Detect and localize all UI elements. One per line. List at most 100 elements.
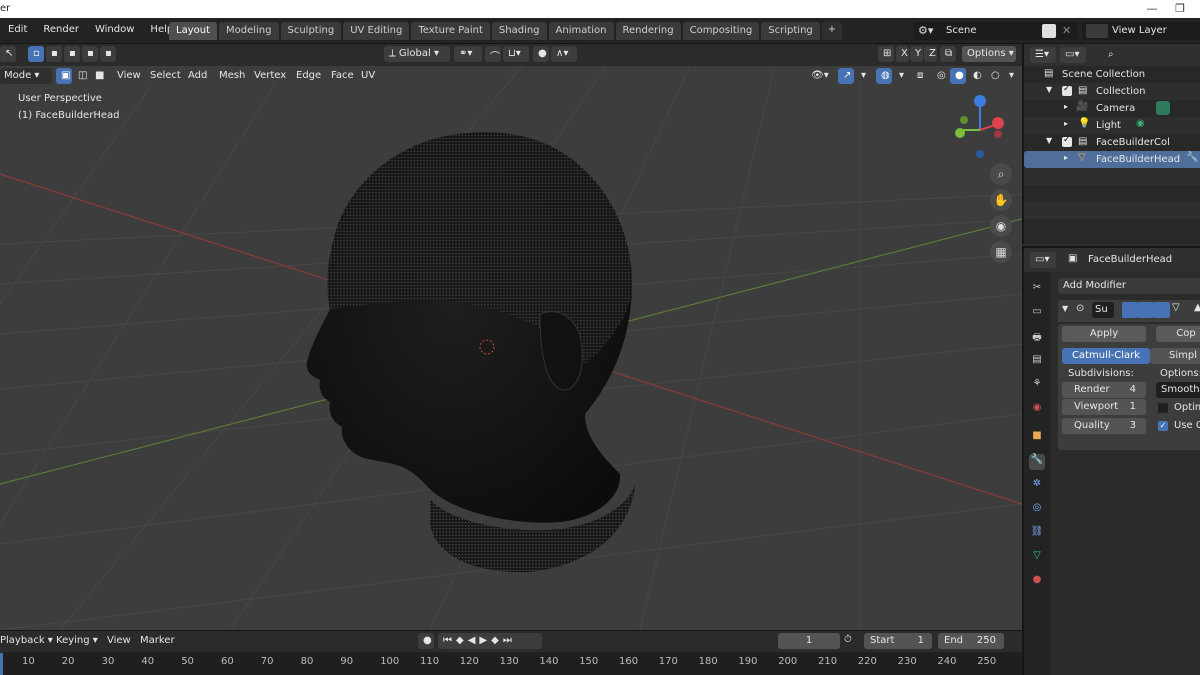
prev-keyframe-icon[interactable]: ◆: [456, 635, 468, 646]
jump-end-icon[interactable]: ⏭: [503, 635, 516, 646]
editmode-toggle-icon[interactable]: [1154, 302, 1170, 318]
editor-type-icon[interactable]: ▭▾: [1030, 252, 1056, 268]
close-icon[interactable]: ✕: [1062, 24, 1071, 37]
outliner-row-scene-collection[interactable]: ▤ Scene Collection: [1024, 66, 1200, 83]
overlays-icon[interactable]: ◍: [876, 68, 892, 84]
keying-menu[interactable]: Keying ▾: [56, 635, 98, 646]
navigation-gizmo[interactable]: [948, 94, 1012, 158]
tab-compositing[interactable]: Compositing: [682, 22, 760, 40]
marker-menu[interactable]: Marker: [140, 635, 175, 646]
viewport-toggle-icon[interactable]: [1138, 302, 1154, 318]
cage-icon[interactable]: ▽: [1172, 302, 1180, 313]
mesh-data-icon[interactable]: ▽: [1029, 550, 1045, 566]
modifier-name-input[interactable]: Su: [1092, 302, 1114, 318]
tab-texture-paint[interactable]: Texture Paint: [411, 22, 490, 40]
select-tool-icon[interactable]: ↖: [0, 46, 16, 62]
xray-icon[interactable]: ⧈: [912, 68, 928, 84]
tool-icon[interactable]: ✂: [1029, 282, 1045, 298]
select-invert-icon[interactable]: ▪: [82, 46, 98, 62]
outliner-row-collection[interactable]: ▼ ▤ Collection: [1024, 83, 1200, 100]
gizmo-dropdown-icon[interactable]: ▾: [856, 68, 870, 84]
mirror-icon[interactable]: ⊞: [878, 46, 894, 62]
wrench-icon[interactable]: 🔧: [1186, 152, 1198, 163]
select-extend-icon[interactable]: ▪: [46, 46, 62, 62]
menu-edge[interactable]: Edge: [291, 68, 327, 84]
head-mesh[interactable]: [306, 132, 635, 573]
mirror-y-button[interactable]: Y: [910, 46, 923, 62]
menu-face[interactable]: Face: [326, 68, 359, 84]
wireframe-shading-icon[interactable]: ◎: [932, 68, 948, 84]
tab-rendering[interactable]: Rendering: [615, 22, 681, 40]
world-icon[interactable]: ◉: [1029, 402, 1045, 418]
add-workspace-button[interactable]: +: [821, 22, 843, 40]
physics-icon[interactable]: ◎: [1029, 502, 1045, 518]
start-frame-field[interactable]: Start 1: [864, 633, 932, 649]
ortho-grid-icon[interactable]: ▦: [990, 241, 1012, 263]
checkbox-icon[interactable]: [1062, 84, 1072, 96]
record-icon[interactable]: ●: [418, 633, 434, 649]
solid-shading-icon[interactable]: ●: [950, 68, 966, 84]
tab-uv-editing[interactable]: UV Editing: [343, 22, 410, 40]
particles-icon[interactable]: ✲: [1029, 478, 1045, 494]
checkbox-icon[interactable]: [1062, 135, 1072, 147]
3d-viewport[interactable]: User Perspective (1) FaceBuilderHead ⌕ ✋…: [0, 44, 1022, 630]
material-icon[interactable]: ●: [1029, 574, 1045, 590]
uv-smooth-dropdown[interactable]: Smooth, k: [1156, 382, 1200, 398]
menu-edit[interactable]: Edit: [0, 24, 35, 35]
snap-toggle-icon[interactable]: ⌒: [485, 46, 501, 63]
timeline-ruler[interactable]: 10 20 30 40 50 60 70 80 90 100 110 120 130 140 150 160 1…: [0, 653, 1022, 675]
object-icon[interactable]: ■: [1029, 430, 1045, 446]
camera-view-icon[interactable]: ◉: [990, 215, 1012, 237]
expand-arrow-icon[interactable]: ▼: [1046, 136, 1052, 145]
expand-arrow-icon[interactable]: ▸: [1064, 119, 1068, 128]
playback-menu[interactable]: Playback ▾: [0, 635, 53, 646]
maximize-icon[interactable]: ❐: [1166, 2, 1194, 15]
menu-mesh[interactable]: Mesh: [214, 68, 251, 84]
outliner-row-facebuildercol[interactable]: ▼ ▤ FaceBuilderCol: [1024, 134, 1200, 151]
orientation-dropdown[interactable]: ⟂ Global ▾: [384, 46, 450, 62]
play-reverse-icon[interactable]: ◀: [468, 635, 480, 646]
material-shading-icon[interactable]: ◐: [968, 68, 984, 84]
menu-uv[interactable]: UV: [356, 68, 381, 84]
edge-select-icon[interactable]: ◫: [73, 68, 89, 84]
menu-view[interactable]: View: [112, 68, 146, 84]
new-scene-icon[interactable]: [1042, 24, 1056, 38]
vertex-select-icon[interactable]: ▣: [56, 68, 72, 84]
modifier-wrench-icon[interactable]: 🔧: [1029, 454, 1045, 470]
menu-add[interactable]: Add: [183, 68, 213, 84]
jump-start-icon[interactable]: ⏮: [443, 635, 456, 646]
add-modifier-dropdown[interactable]: Add Modifier: [1058, 278, 1200, 294]
menu-vertex[interactable]: Vertex: [249, 68, 292, 84]
outliner-search-input[interactable]: ⌕: [1104, 47, 1200, 63]
tab-sculpting[interactable]: Sculpting: [280, 22, 342, 40]
select-subtract-icon[interactable]: ▪: [64, 46, 80, 62]
menu-window[interactable]: Window: [87, 24, 142, 35]
render-toggle-icon[interactable]: [1122, 302, 1138, 318]
mirror-z-button[interactable]: Z: [924, 46, 937, 62]
end-frame-field[interactable]: End 250: [938, 633, 1004, 649]
tab-animation[interactable]: Animation: [548, 22, 614, 40]
view-layer-selector[interactable]: View Layer: [1082, 22, 1200, 40]
mirror-x-button[interactable]: X: [896, 46, 909, 62]
visibility-icon[interactable]: 👁▾: [806, 68, 834, 84]
minimize-icon[interactable]: —: [1138, 2, 1166, 15]
expand-arrow-icon[interactable]: ▼: [1046, 85, 1052, 94]
scene-icon[interactable]: ⚘: [1029, 378, 1045, 394]
apply-button[interactable]: Apply: [1062, 326, 1146, 342]
falloff-icon[interactable]: ∧▾: [551, 46, 577, 62]
auto-merge-icon[interactable]: ⧉: [940, 46, 956, 62]
pan-hand-icon[interactable]: ✋: [990, 189, 1012, 211]
proportional-edit-icon[interactable]: ●: [533, 46, 549, 62]
current-frame-field[interactable]: 1: [778, 633, 840, 649]
overlays-dropdown-icon[interactable]: ▾: [894, 68, 908, 84]
tab-modeling[interactable]: Modeling: [219, 22, 279, 40]
outliner-row-camera[interactable]: ▸ 🎥 Camera: [1024, 100, 1200, 117]
scene-selector[interactable]: ⚙▾ Scene ✕: [914, 22, 1078, 40]
pivot-point-icon[interactable]: ⚭▾: [454, 46, 482, 62]
select-box-icon[interactable]: ▫: [28, 46, 44, 62]
tab-shading[interactable]: Shading: [491, 22, 547, 40]
playhead[interactable]: [0, 653, 3, 675]
viewport-levels-field[interactable]: Viewport 1: [1062, 399, 1146, 415]
quality-field[interactable]: Quality 3: [1062, 418, 1146, 434]
constraints-icon[interactable]: ⛓: [1029, 526, 1045, 542]
